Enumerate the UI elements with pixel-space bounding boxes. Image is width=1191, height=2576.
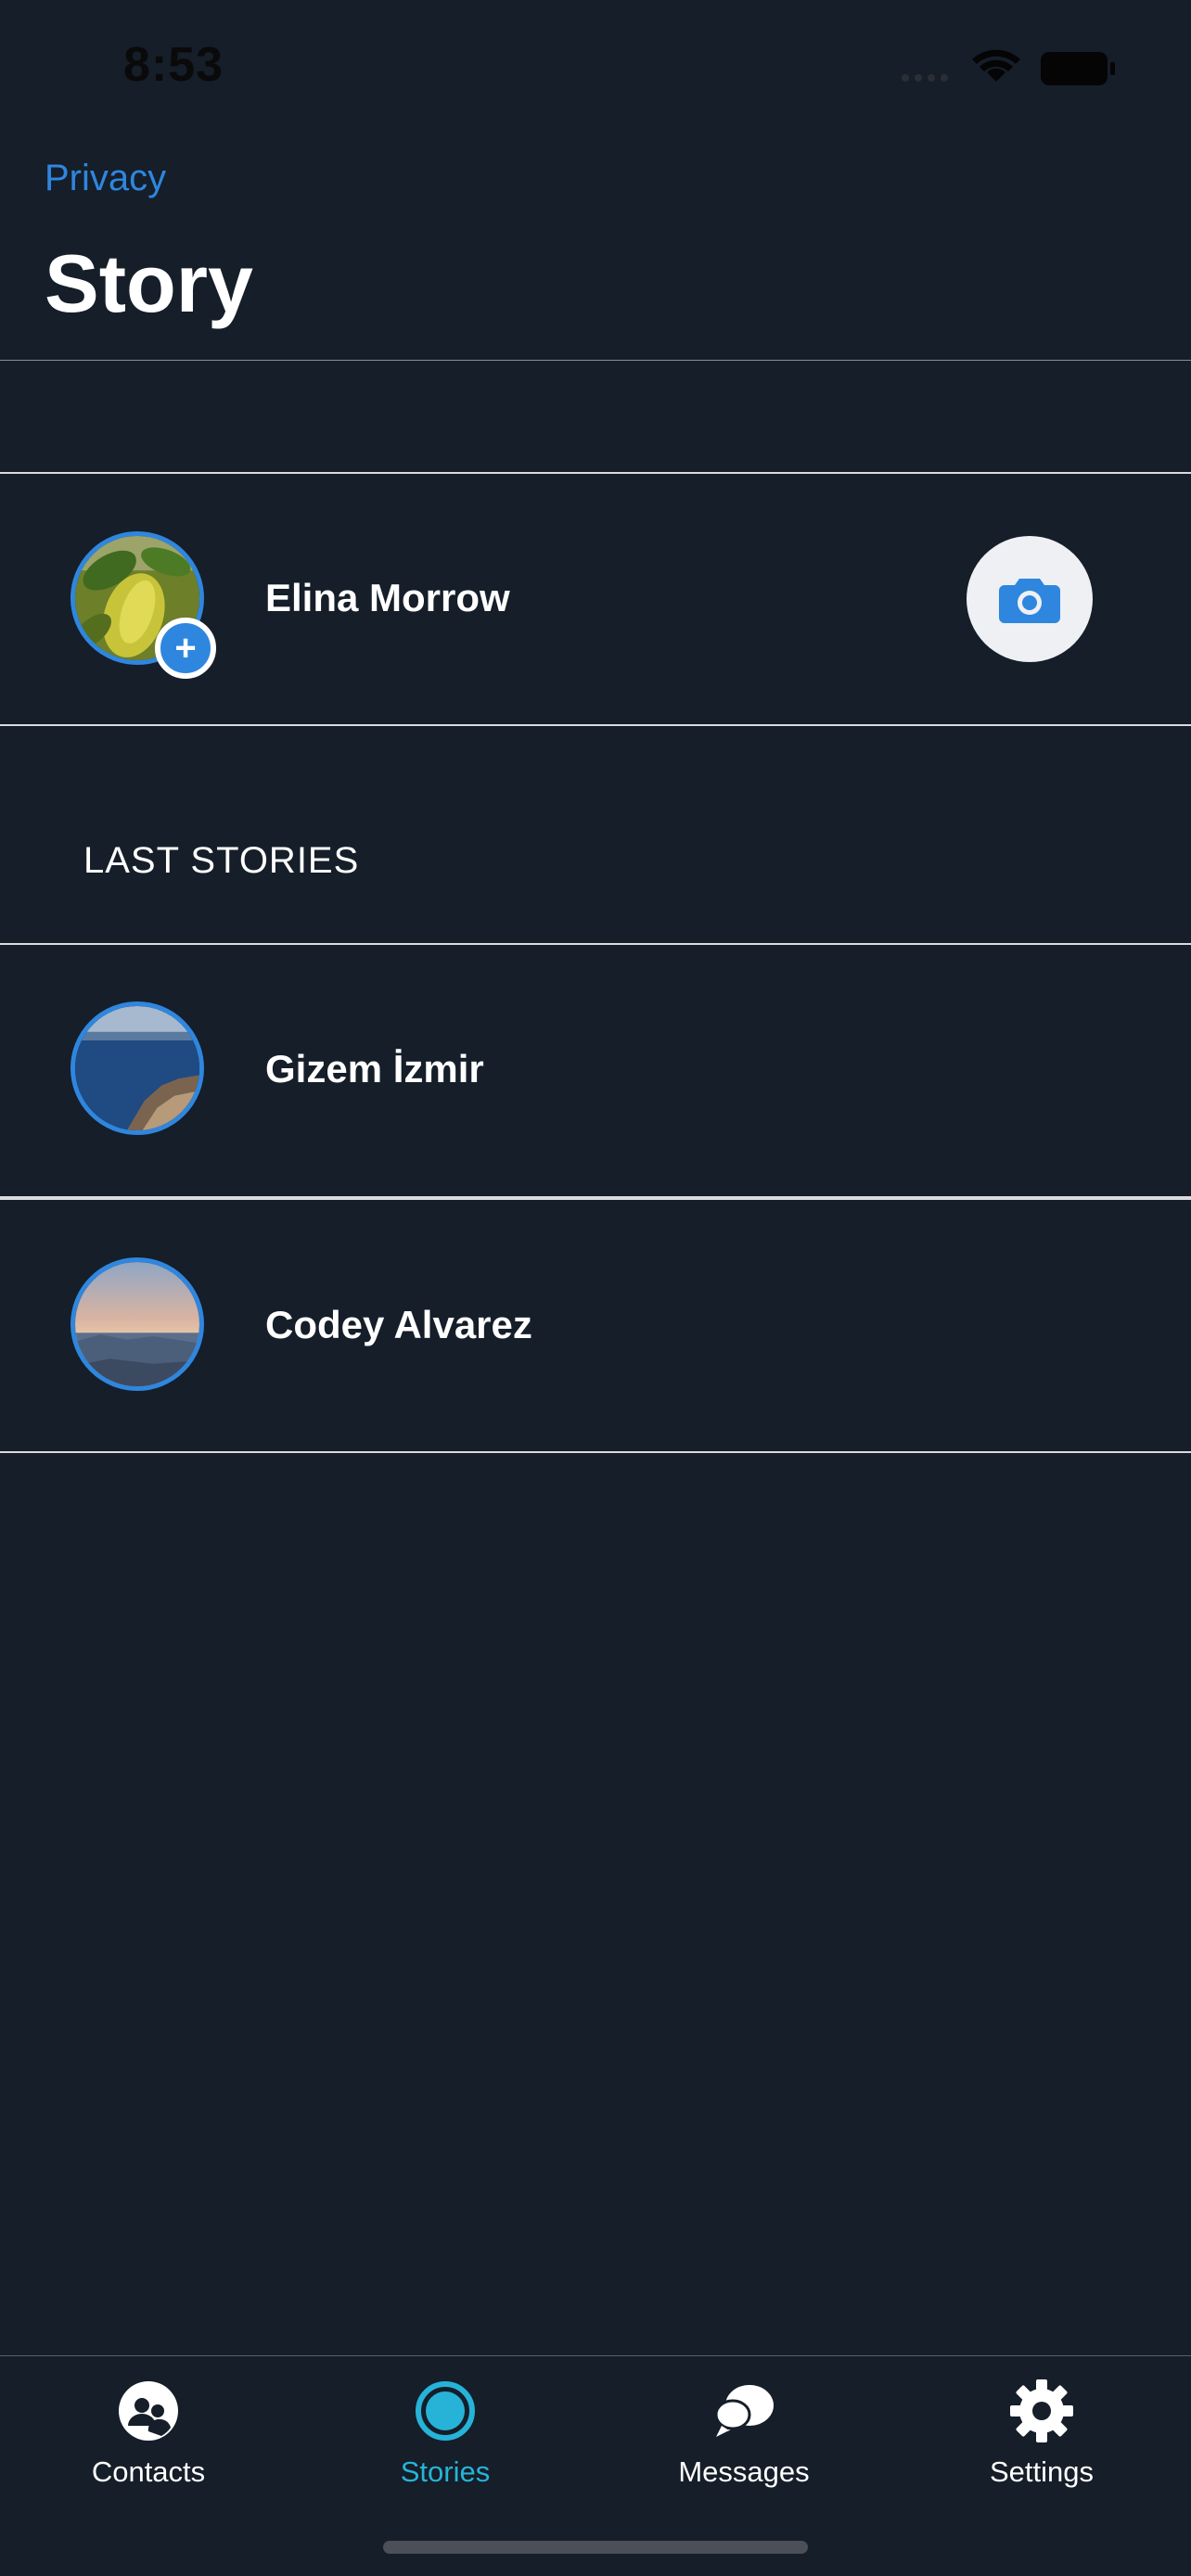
status-time: 8:53 (123, 38, 224, 92)
avatar-photo-sunset (75, 1262, 199, 1386)
cellular-signal-icon (902, 74, 948, 82)
messages-icon (714, 2385, 774, 2437)
tab-label: Messages (678, 2455, 810, 2488)
stories-icon (416, 2381, 475, 2441)
page-title: Story (45, 237, 253, 329)
home-indicator[interactable] (383, 2541, 808, 2554)
story-avatar[interactable] (70, 1257, 204, 1391)
story-name: Gizem İzmir (265, 1047, 484, 1090)
avatar-photo-sea-cliff (75, 1006, 199, 1130)
divider (0, 360, 1191, 361)
contacts-icon (119, 2381, 178, 2441)
status-indicators (898, 46, 1121, 91)
tab-contacts[interactable]: Contacts (37, 2370, 260, 2509)
tab-messages[interactable]: Messages (633, 2370, 855, 2509)
gear-icon (1010, 2379, 1073, 2442)
add-story-badge[interactable]: + (155, 618, 216, 679)
divider (0, 1451, 1191, 1453)
tab-label: Settings (989, 2455, 1094, 2488)
tab-label: Contacts (91, 2455, 206, 2488)
section-header-last-stories: LAST STORIES (83, 840, 360, 881)
battery-icon (1041, 52, 1115, 85)
divider (0, 724, 1191, 726)
story-name: Codey Alvarez (265, 1303, 532, 1346)
my-story-name: Elina Morrow (265, 576, 510, 619)
camera-button[interactable] (967, 536, 1093, 662)
story-list-item[interactable]: Gizem İzmir (0, 945, 1191, 1196)
tab-settings[interactable]: Settings (930, 2370, 1153, 2509)
tab-label: Stories (400, 2455, 491, 2488)
tabbar-divider (0, 2355, 1191, 2356)
camera-icon (999, 579, 1060, 623)
privacy-back-link[interactable]: Privacy (45, 158, 166, 199)
story-avatar[interactable] (70, 1001, 204, 1135)
wifi-icon (972, 49, 1020, 82)
story-list-item[interactable]: Codey Alvarez (0, 1200, 1191, 1451)
tab-stories[interactable]: Stories (334, 2370, 557, 2509)
my-story-row[interactable]: + Elina Morrow (0, 474, 1191, 724)
